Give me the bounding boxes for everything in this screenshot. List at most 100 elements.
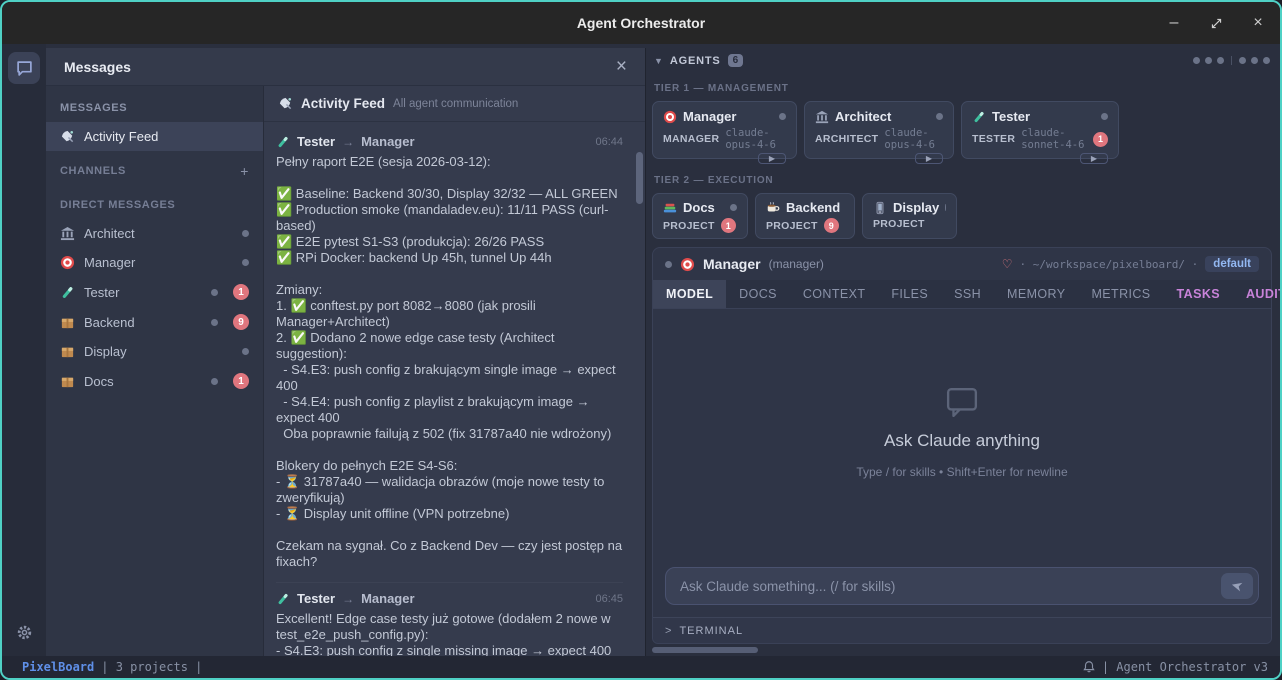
sidebar-item-manager[interactable]: Manager [46,248,263,277]
activity-feed: Activity Feed All agent communication Te… [264,86,645,656]
testtube-icon [972,110,986,124]
arrow-icon: → [342,592,354,606]
tab-metrics[interactable]: METRICS [1078,280,1163,308]
gear-icon [16,624,33,641]
unread-badge: 9 [824,218,839,233]
empty-state-title: Ask Claude anything [884,431,1040,451]
env-badge[interactable]: default [1205,256,1259,272]
feed-title: Activity Feed [301,96,385,111]
settings-rail-button[interactable] [8,616,40,648]
statusbar: PixelBoard | 3 projects | | Agent Orches… [2,656,1280,678]
tab-context[interactable]: CONTEXT [790,280,879,308]
building-icon [60,226,75,241]
agent-card-architect[interactable]: Architect ARCHITECT claude-opus-4-6 ▶ [804,101,954,159]
message: Tester → Manager 06:44 Pełny raport E2E … [276,126,623,582]
books-icon [663,201,677,215]
tier2-label: TIER 2 — EXECUTION [652,169,1272,193]
claude-input[interactable]: Ask Claude something... (/ for skills) [665,567,1259,605]
testtube-icon [60,285,75,300]
status-dot [779,113,786,120]
minimize-button[interactable]: – [1164,14,1184,32]
agent-card-tester[interactable]: Tester TESTER claude-sonnet-4-6 1 ▶ [961,101,1119,159]
agent-name: Manager [703,256,761,272]
feed-message-list[interactable]: Tester → Manager 06:44 Pełny raport E2E … [264,122,645,656]
agent-card-manager[interactable]: Manager MANAGER claude-opus-4-6 ▶ [652,101,797,159]
run-agent-button[interactable]: ▶ [915,153,943,164]
unread-badge: 1 [721,218,736,233]
terminal-toggle[interactable]: > TERMINAL [653,617,1271,643]
statusbar-app-name: PixelBoard [22,660,94,674]
direct-messages-section-header: DIRECT MESSAGES [46,187,263,219]
presence-dot [242,259,249,266]
agents-status-dots [1193,56,1270,65]
chevron-right-icon: > [665,625,671,637]
close-button[interactable]: × [1248,14,1268,32]
satellite-icon [60,129,75,144]
package-icon [60,315,75,330]
add-channel-button[interactable]: + [240,163,249,179]
send-button[interactable] [1221,573,1253,599]
bell-icon[interactable] [1082,660,1096,674]
run-agent-button[interactable]: ▶ [1080,153,1108,164]
testtube-icon [276,592,290,606]
tab-tasks[interactable]: TASKS [1164,280,1233,308]
tab-model[interactable]: MODEL [653,280,726,308]
unread-badge: 1 [233,284,249,300]
messages-panel-title: Messages [64,59,131,75]
agents-header: AGENTS [670,55,721,67]
package-icon [60,374,75,389]
tab-audit[interactable]: AUDIT [1233,280,1282,308]
presence-dot [242,230,249,237]
tab-files[interactable]: FILES [878,280,941,308]
arrow-icon: → [342,135,354,149]
sidebar-item-docs[interactable]: Docs 1 [46,366,263,396]
maximize-button[interactable] [1206,17,1226,30]
tab-docs[interactable]: DOCS [726,280,790,308]
close-icon[interactable]: × [616,57,627,76]
agent-card-docs[interactable]: Docs PROJECT 1 [652,193,748,239]
message-body: Excellent! Edge case testy już gotowe (d… [276,611,623,656]
target-icon [663,110,677,124]
messages-rail-button[interactable] [8,52,40,84]
presence-dot [211,378,218,385]
testtube-icon [276,135,290,149]
feed-scrollbar[interactable] [636,152,643,204]
phone-icon [873,201,887,215]
tab-memory[interactable]: MEMORY [994,280,1078,308]
messages-panel: Messages × MESSAGES Activity Feed CHANNE… [46,48,646,656]
sidebar-item-display[interactable]: Display [46,337,263,366]
titlebar: Agent Orchestrator – × [2,2,1280,44]
package-icon [60,344,75,359]
sidebar-item-architect[interactable]: Architect [46,219,263,248]
send-icon [1230,579,1244,593]
message-body: Pełny raport E2E (sesja 2026-03-12): ✅ B… [276,154,623,570]
presence-dot [211,289,218,296]
chat-empty-state: Ask Claude anything Type / for skills • … [653,309,1271,557]
sidebar-item-activity-feed[interactable]: Activity Feed [46,122,263,151]
agents-count-badge: 6 [728,54,744,67]
run-agent-button[interactable]: ▶ [758,153,786,164]
speech-bubble-icon [946,387,978,417]
tab-ssh[interactable]: SSH [941,280,994,308]
agent-detail-panel: Manager (manager) ♡ · ~/workspace/pixelb… [652,247,1272,644]
app-window: Agent Orchestrator – × Messages × [0,0,1282,680]
messages-section-header: MESSAGES [46,90,263,122]
horizontal-scrollbar[interactable] [652,646,1272,654]
collapse-caret-icon[interactable]: ▼ [654,56,663,66]
sidebar-item-backend[interactable]: Backend 9 [46,307,263,337]
agent-card-backend[interactable]: Backend PROJECT 9 [755,193,855,239]
message: Tester → Manager 06:45 Excellent! Edge c… [276,582,623,656]
presence-dot [242,348,249,355]
feed-subtitle: All agent communication [393,98,518,110]
presence-dot [211,319,218,326]
agent-role: (manager) [769,257,824,271]
status-dot [665,261,672,268]
status-dot [730,204,737,211]
target-icon [680,257,695,272]
detail-tabs: MODEL DOCS CONTEXT FILES SSH MEMORY METR… [653,280,1271,309]
sidebar-item-tester[interactable]: Tester 1 [46,277,263,307]
status-dot [936,113,943,120]
agent-card-display[interactable]: Display PROJECT [862,193,957,239]
heart-icon[interactable]: ♡ [1002,257,1013,271]
message-from: Tester [297,591,335,606]
